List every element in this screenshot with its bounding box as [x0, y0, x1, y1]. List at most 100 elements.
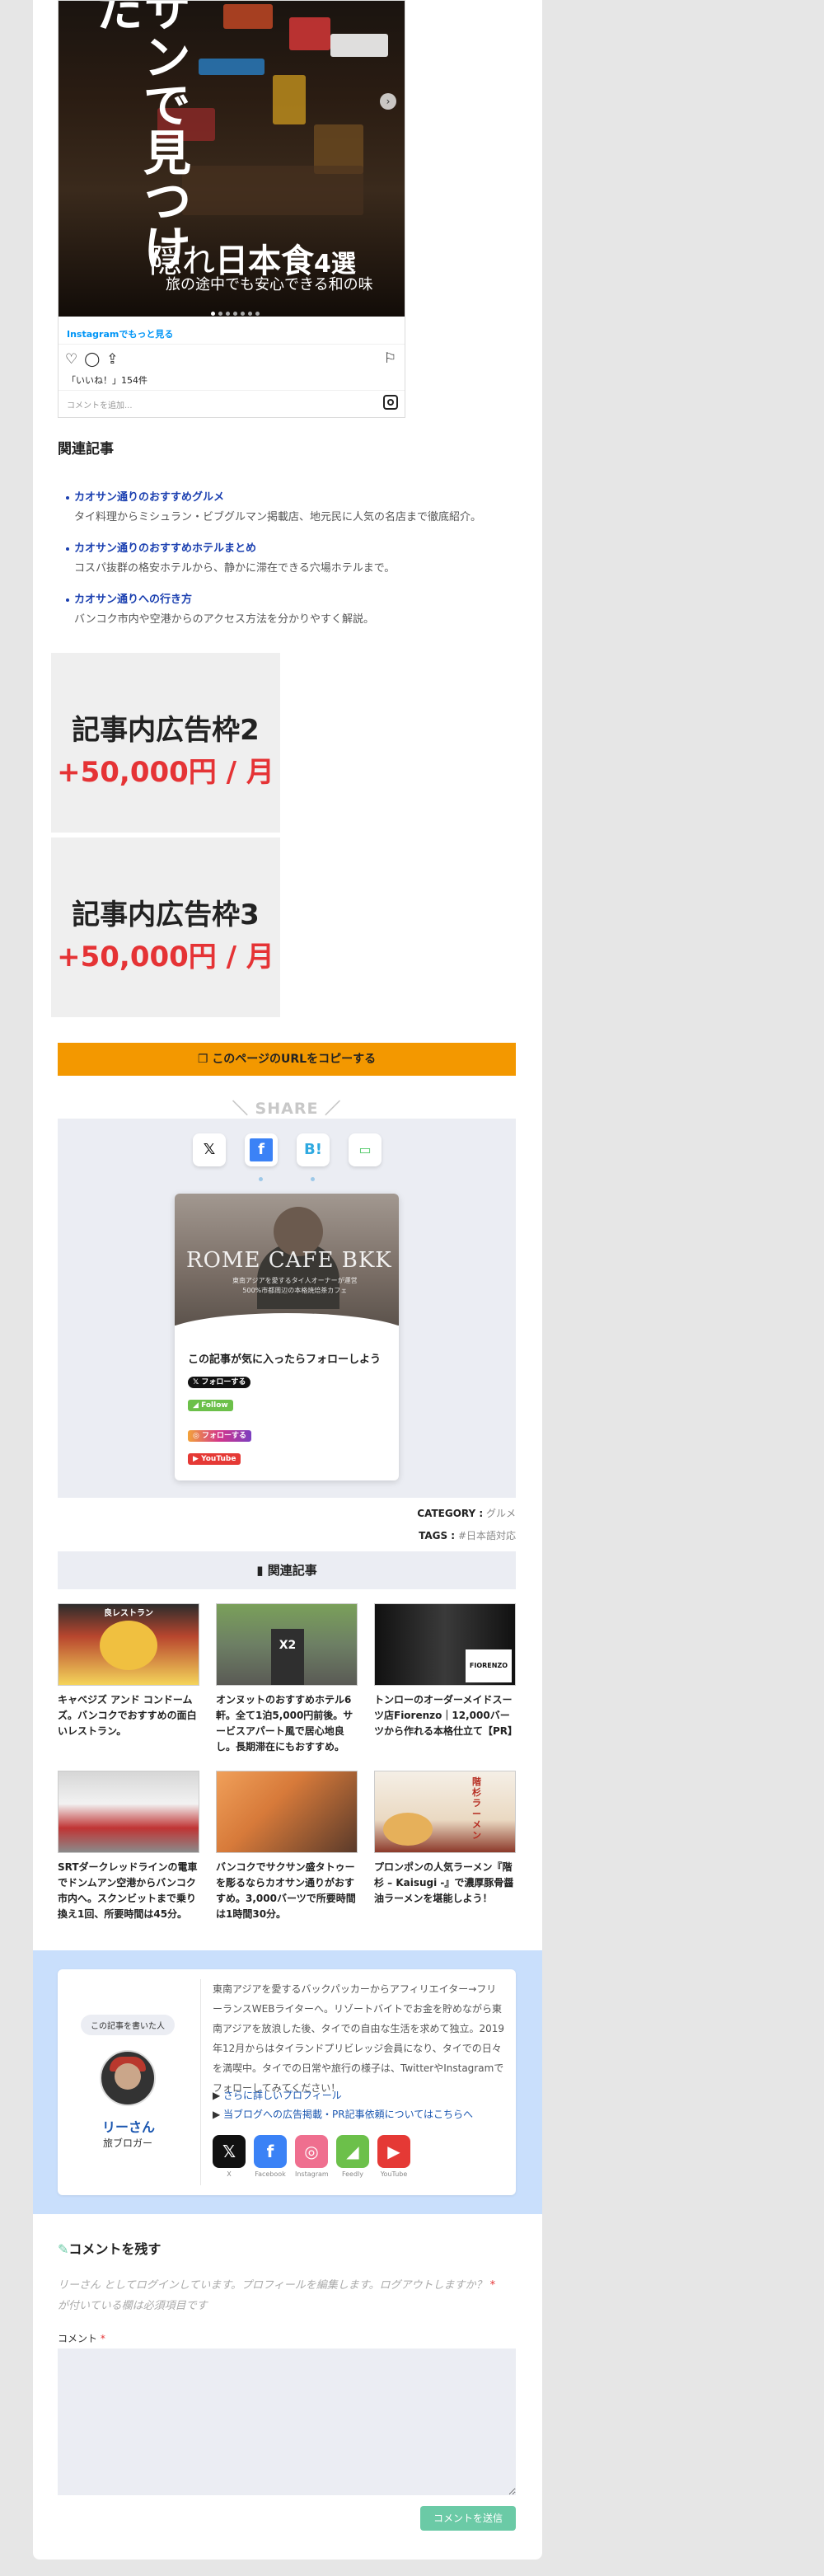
follow-box-image: ROME CAFE BKK 東南アジアを愛するタイ人オーナーが運営 500%市都…	[175, 1194, 399, 1363]
author-tag: この記事を書いた人	[81, 2015, 175, 2035]
related-card-title[interactable]: トンローのオーダーメイドスーツ店Fiorenzo｜12,000バーツから作れる本…	[374, 1692, 517, 1739]
ad-title: 記事内広告枠3	[72, 899, 260, 931]
related-card[interactable]: バンコクでサクサン盛タトゥーを彫るならカオサン通りがおすすめ。3,000バーツで…	[216, 1771, 358, 1922]
related-link[interactable]: カオサン通りのおすすめグルメ	[74, 491, 224, 504]
comment-label: コメント *	[58, 2333, 105, 2344]
related-card-title[interactable]: SRTダークレッドラインの電車でドンムアン空港からバンコク市内へ。スクンビットま…	[58, 1860, 199, 1922]
related-card[interactable]: 良レストラン キャベジズ アンド コンドームズ。バンコクでおすすめの面白いレスト…	[58, 1603, 199, 1739]
related-card-thumbnail[interactable]	[58, 1771, 199, 1853]
instagram-photo[interactable]: サンで見つけた 隠れ日本食4選 旅の途中でも安心できる和の味 ›	[59, 1, 405, 317]
follow-box: ROME CAFE BKK 東南アジアを愛するタイ人オーナーが運営 500%市都…	[175, 1194, 399, 1480]
heart-icon[interactable]: ♡	[65, 351, 77, 368]
related-desc: タイ料理からミシュラン・ビブグルマン掲載店、地元民に人気の名店まで徹底紹介。	[74, 511, 482, 523]
line-icon: ▭	[358, 1142, 372, 1157]
follow-shop-name: ROME CAFE BKK	[186, 1248, 392, 1273]
related-card[interactable]: SRTダークレッドラインの電車でドンムアン空港からバンコク市内へ。スクンビットま…	[58, 1771, 199, 1922]
comment-title: ✎コメントを残す	[58, 2241, 162, 2257]
author-profile-link-row: ▶ さらに詳しいプロフィール	[213, 2090, 342, 2101]
tags-meta: TAGS : #日本語対応	[419, 1530, 516, 1541]
logged-in-text[interactable]: リーさん としてログインしています。プロフィールを編集します。ログアウトしますか…	[58, 2279, 487, 2292]
author-role: 旅ブロガー	[103, 2137, 153, 2149]
share-hatena-button[interactable]: B!	[297, 1133, 330, 1166]
category-meta: CATEGORY : グルメ	[417, 1508, 516, 1519]
share-facebook-button[interactable]: f	[245, 1133, 278, 1166]
related-card[interactable]: 階杉ラーメン プロンポンの人気ラーメン『階杉 – Kaisugi -』で濃厚豚骨…	[374, 1771, 516, 1907]
author-ad-link[interactable]: 当ブログへの広告掲載・PR記事依頼についてはこちらへ	[223, 2109, 473, 2120]
related-card-title[interactable]: バンコクでサクサン盛タトゥーを彫るならカオサン通りがおすすめ。3,000バーツで…	[216, 1860, 358, 1922]
related-link-list: カオサン通りのおすすめグルメタイ料理からミシュラン・ビブグルマン掲載店、地元民に…	[66, 488, 519, 641]
tag-link[interactable]: #日本語対応	[458, 1530, 516, 1541]
related-card-title[interactable]: プロンポンの人気ラーメン『階杉 – Kaisugi -』で濃厚豚骨醤油ラーメンを…	[374, 1860, 516, 1907]
share-count-dot	[259, 1177, 263, 1181]
related-card[interactable]: FIORENZO トンローのオーダーメイドスーツ店Fiorenzo｜12,000…	[374, 1603, 517, 1739]
comment-textarea[interactable]	[58, 2348, 516, 2495]
comment-submit-button[interactable]: コメントを送信	[420, 2506, 516, 2531]
category-link[interactable]: グルメ	[486, 1508, 516, 1519]
copy-url-button[interactable]: ❐ このページのURLをコピーする	[58, 1043, 516, 1076]
related-card[interactable]: X2 オンヌットのおすすめホテル6軒。全て1泊5,000円前後。サービスアパート…	[216, 1603, 358, 1755]
ad-slot-3[interactable]: 記事内広告枠3 +50,000円 / 月	[51, 838, 280, 1017]
list-item: カオサン通りへの行き方バンコク市内や空港からのアクセス方法を分かりやすく解説。	[66, 590, 519, 630]
share-count-dot	[311, 1177, 315, 1181]
instagram-more-link[interactable]: Instagramでもっと見る	[67, 327, 173, 340]
author-social-x[interactable]: 𝕏X	[213, 2135, 246, 2178]
hatena-icon: B!	[304, 1141, 322, 1158]
related-card-title[interactable]: オンヌットのおすすめホテル6軒。全て1泊5,000円前後。サービスアパート風で居…	[216, 1692, 358, 1755]
bookmark-icon[interactable]: ⚐	[384, 350, 396, 367]
follow-title: この記事が気に入ったらフォローしよう	[188, 1354, 382, 1366]
ad-price: +50,000円 / 月	[57, 756, 274, 789]
related-desc: コスパ抜群の格安ホテルから、静かに滞在できる穴場ホテルまで。	[74, 562, 396, 575]
related-card-thumbnail[interactable]: 階杉ラーメン	[374, 1771, 516, 1853]
author-profile-link[interactable]: さらに詳しいプロフィール	[223, 2090, 342, 2101]
author-social-youtube[interactable]: ▶ YouTube	[377, 2135, 410, 2178]
list-item: カオサン通りのおすすめホテルまとめコスパ抜群の格安ホテルから、静かに滞在できる穴…	[66, 539, 519, 579]
divider	[59, 344, 405, 345]
author-card: この記事を書いた人 リーさん 旅ブロガー 東南アジアを愛するバックパッカーからア…	[58, 1969, 516, 2195]
share-x-button[interactable]: 𝕏	[193, 1133, 226, 1166]
required-note: が付いている欄は必須項目です	[58, 2300, 208, 2312]
instagram-actions: ♡ ◯ ⇪	[65, 351, 125, 368]
instagram-logo-icon[interactable]	[383, 395, 398, 410]
divider	[59, 390, 405, 391]
divider	[200, 1979, 201, 2185]
related-section-title: 関連記事	[58, 441, 114, 457]
instagram-embed[interactable]: サンで見つけた 隠れ日本食4選 旅の途中でも安心できる和の味 › Instagr…	[58, 0, 405, 418]
related-link[interactable]: カオサン通りのおすすめホテルまとめ	[74, 542, 256, 555]
carousel-next-icon[interactable]: ›	[380, 93, 396, 110]
copy-icon: ❐	[197, 1053, 213, 1066]
youtube-icon: ▶	[377, 2135, 410, 2168]
related-card-thumbnail[interactable]: X2	[216, 1603, 358, 1686]
follow-feedly-button[interactable]: ◢ Follow	[188, 1400, 233, 1411]
related-desc: バンコク市内や空港からのアクセス方法を分かりやすく解説。	[74, 613, 375, 626]
author-bio: 東南アジアを愛するバックパッカーからアフィリエイター→フリーランスWEBライター…	[213, 1983, 505, 2094]
follow-youtube-button[interactable]: ▶ YouTube	[188, 1453, 241, 1465]
pencil-icon: ✎	[58, 2241, 69, 2257]
related-grid-title: ▮ 関連記事	[58, 1551, 516, 1589]
related-card-title[interactable]: キャベジズ アンド コンドームズ。バンコクでおすすめの面白いレストラン。	[58, 1692, 199, 1739]
carousel-dots	[211, 306, 263, 317]
comment-notes: リーさん としてログインしています。プロフィールを編集します。ログアウトしますか…	[58, 2279, 496, 2312]
related-card-thumbnail[interactable]	[216, 1771, 358, 1853]
facebook-icon: f	[258, 1141, 265, 1158]
facebook-icon: f	[254, 2135, 287, 2168]
related-link[interactable]: カオサン通りへの行き方	[74, 594, 192, 606]
list-item: カオサン通りのおすすめグルメタイ料理からミシュラン・ビブグルマン掲載店、地元民に…	[66, 488, 519, 528]
follow-instagram-button[interactable]: ◎ フォローする	[188, 1430, 252, 1442]
related-card-thumbnail[interactable]: FIORENZO	[374, 1603, 516, 1686]
comment-icon[interactable]: ◯	[84, 351, 100, 368]
x-icon: 𝕏	[213, 2135, 246, 2168]
instagram-icon: ◎	[295, 2135, 328, 2168]
instagram-comment-input[interactable]: コメントを追加...	[67, 398, 133, 411]
share-line-button[interactable]: ▭	[349, 1133, 382, 1166]
author-social-feedly[interactable]: ◢ Feedly	[336, 2135, 369, 2178]
share-heading: ＼ SHARE ／	[232, 1100, 342, 1118]
follow-x-button[interactable]: 𝕏 フォローする	[188, 1377, 251, 1388]
share-icon[interactable]: ⇪	[106, 351, 118, 368]
instagram-subcaption: 旅の途中でも安心できる和の味	[166, 276, 373, 293]
avatar[interactable]	[100, 2050, 156, 2106]
related-card-thumbnail[interactable]: 良レストラン	[58, 1603, 199, 1686]
author-social-facebook[interactable]: f Facebook	[254, 2135, 287, 2178]
author-name[interactable]: リーさん	[102, 2116, 155, 2136]
ad-slot-2[interactable]: 記事内広告枠2 +50,000円 / 月	[51, 653, 280, 833]
author-social-instagram[interactable]: ◎ Instagram	[295, 2135, 329, 2178]
